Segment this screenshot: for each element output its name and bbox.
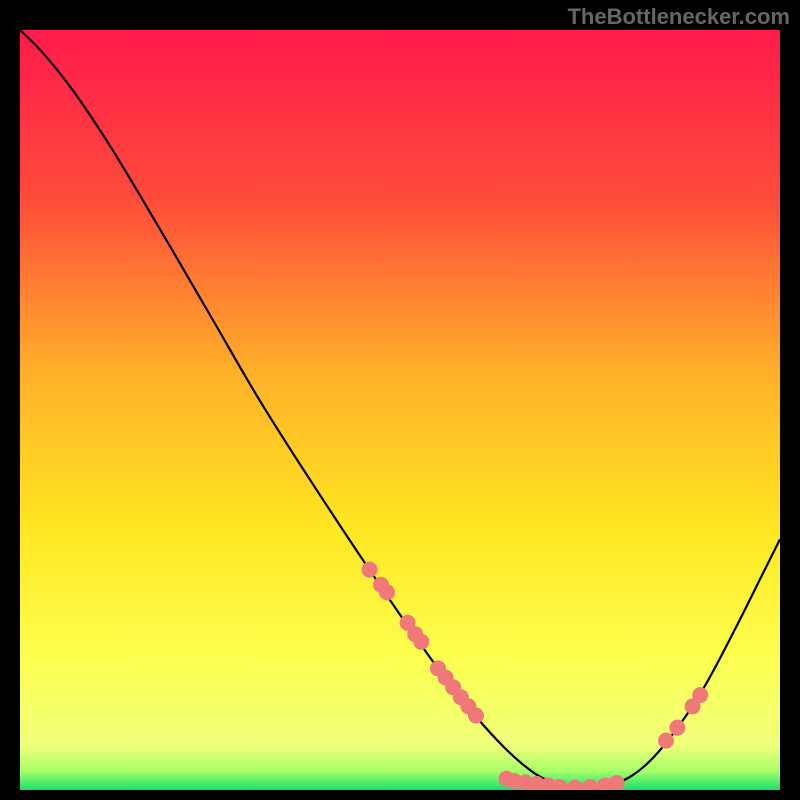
chart-container: TheBottlenecker.com [0, 0, 800, 800]
data-point [379, 584, 395, 600]
data-point [362, 562, 378, 578]
data-point [413, 634, 429, 650]
data-point [468, 708, 484, 724]
watermark-text: TheBottlenecker.com [567, 4, 790, 30]
data-point [658, 733, 674, 749]
data-point [692, 687, 708, 703]
data-point [669, 720, 685, 736]
gradient-background [20, 30, 780, 790]
plot-area [20, 30, 780, 790]
chart-svg [20, 30, 780, 790]
